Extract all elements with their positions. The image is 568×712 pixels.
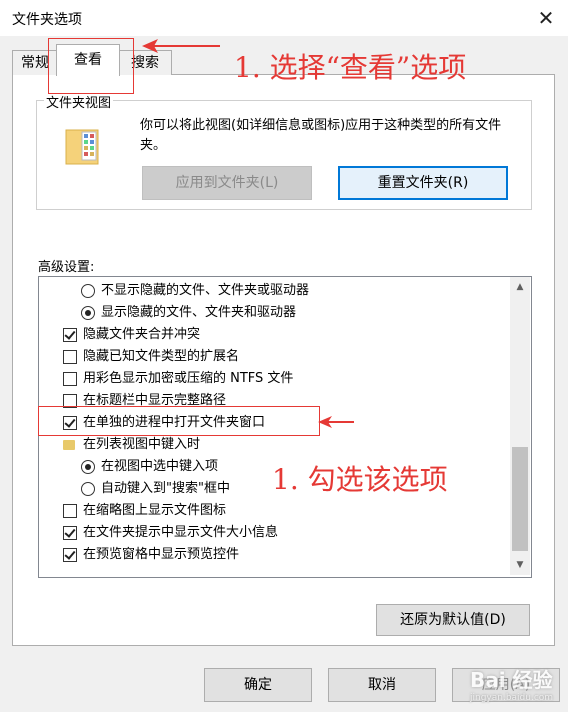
watermark-logo: Bai 经验	[470, 668, 553, 692]
list-item[interactable]: 不显示隐藏的文件、文件夹或驱动器	[39, 280, 509, 302]
annotation-step-select-view: 1. 选择“查看”选项	[234, 51, 467, 84]
annotation-box-option	[38, 406, 320, 436]
checkbox[interactable]	[63, 328, 77, 342]
list-item-label: 不显示隐藏的文件、文件夹或驱动器	[101, 283, 310, 298]
list-item-label: 在预览窗格中显示预览控件	[83, 547, 240, 562]
radio-button[interactable]	[81, 306, 95, 320]
list-item-label: 隐藏文件夹合并冲突	[83, 327, 201, 342]
annotation-step-check-option: 1. 勾选该选项	[272, 463, 448, 496]
folder-view-icon	[65, 129, 99, 165]
list-item-label: 自动键入到"搜索"框中	[101, 481, 230, 496]
list-item[interactable]: 隐藏已知文件类型的扩展名	[39, 346, 509, 368]
list-item-label: 在列表视图中键入时	[83, 437, 201, 452]
checkbox[interactable]	[63, 372, 77, 386]
radio-button[interactable]	[81, 284, 95, 298]
scroll-up-icon[interactable]: ▲	[510, 277, 530, 297]
annotation-arrow-icon	[318, 416, 354, 428]
reset-folders-button[interactable]: 重置文件夹(R)	[338, 166, 508, 200]
checkbox[interactable]	[63, 504, 77, 518]
ok-button[interactable]: 确定	[204, 668, 312, 702]
list-item[interactable]: 在缩略图上显示文件图标	[39, 500, 509, 522]
list-scrollbar[interactable]: ▲ ▼	[510, 277, 530, 575]
list-item-label: 显示隐藏的文件、文件夹和驱动器	[101, 305, 297, 320]
list-item[interactable]: 用彩色显示加密或压缩的 NTFS 文件	[39, 368, 509, 390]
annotation-arrow-icon	[142, 39, 220, 53]
folder-views-legend: 文件夹视图	[44, 92, 114, 111]
title-bar	[0, 0, 568, 36]
window-title: 文件夹选项	[12, 12, 82, 28]
folder-icon	[63, 440, 75, 450]
close-icon[interactable]: ✕	[532, 4, 560, 32]
folder-views-description: 你可以将此视图(如详细信息或图标)应用于这种类型的所有文件夹。	[140, 118, 502, 153]
radio-button[interactable]	[81, 460, 95, 474]
radio-button[interactable]	[81, 482, 95, 496]
list-item[interactable]: 在列表视图中键入时	[39, 434, 509, 456]
list-item-label: 在缩略图上显示文件图标	[83, 503, 227, 518]
list-item-label: 在文件夹提示中显示文件大小信息	[83, 525, 279, 540]
list-item-label: 在视图中选中键入项	[101, 459, 219, 474]
list-item-label: 用彩色显示加密或压缩的 NTFS 文件	[83, 371, 294, 386]
restore-defaults-button[interactable]: 还原为默认值(D)	[376, 604, 530, 636]
list-item[interactable]: 显示隐藏的文件、文件夹和驱动器	[39, 302, 509, 324]
watermark-url: jingyan.baidu.com	[470, 693, 554, 703]
checkbox[interactable]	[63, 548, 77, 562]
list-item[interactable]: 隐藏文件夹合并冲突	[39, 324, 509, 346]
cancel-button[interactable]: 取消	[328, 668, 436, 702]
tab-view[interactable]: 查看	[56, 44, 120, 76]
list-item[interactable]: 在文件夹提示中显示文件大小信息	[39, 522, 509, 544]
apply-to-folders-button[interactable]: 应用到文件夹(L)	[142, 166, 312, 200]
advanced-settings-label: 高级设置:	[38, 260, 95, 275]
scroll-down-icon[interactable]: ▼	[510, 555, 530, 575]
scroll-thumb[interactable]	[512, 447, 528, 551]
checkbox[interactable]	[63, 526, 77, 540]
list-item-label: 隐藏已知文件类型的扩展名	[83, 349, 240, 364]
list-item[interactable]: 在预览窗格中显示预览控件	[39, 544, 509, 566]
checkbox[interactable]	[63, 350, 77, 364]
